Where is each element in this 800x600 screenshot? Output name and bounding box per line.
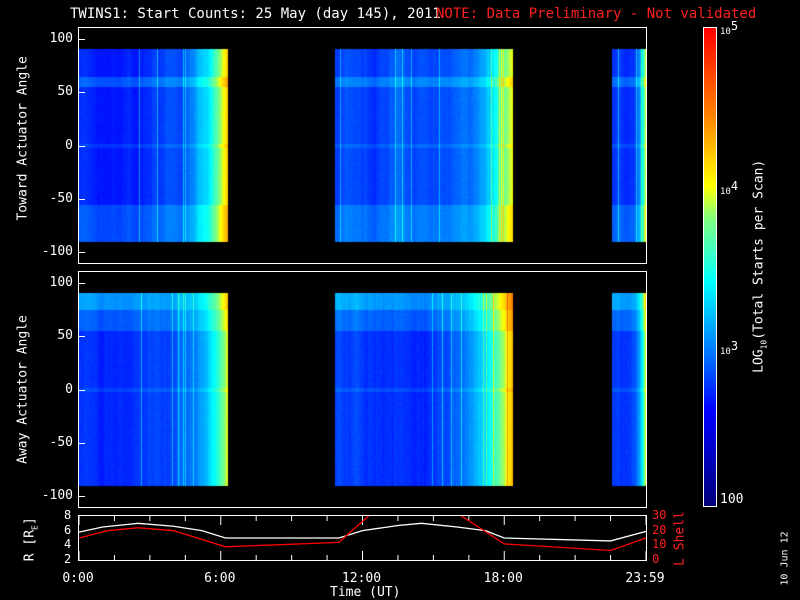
r-tick-label: 2	[64, 552, 72, 566]
xtick-label: 23:59	[625, 571, 665, 586]
lshell-ylabel: L Shell	[672, 511, 688, 566]
ytick-label: -100	[41, 244, 73, 260]
colorbar	[703, 27, 717, 507]
away-panel	[78, 271, 647, 508]
r-tick-label: 4	[64, 537, 72, 552]
colorbar-tick-label: 104	[720, 179, 739, 197]
ytick-label: 0	[65, 381, 73, 397]
preliminary-note: NOTE: Data Preliminary - Not validated	[436, 6, 757, 22]
colorbar-min-label: 100	[720, 492, 744, 507]
orbit-plot	[79, 516, 646, 560]
xtick-label: 6:00	[204, 571, 236, 586]
ytick-label: -50	[49, 434, 73, 450]
lshell-tick-label: 30	[652, 508, 667, 522]
ytick-mark	[79, 496, 85, 498]
r-tick-label: 6	[64, 522, 72, 537]
ytick-mark	[79, 282, 85, 284]
toward-panel	[78, 27, 647, 264]
ytick-label: -50	[49, 190, 73, 206]
colorbar-tick-label: 105	[720, 19, 739, 37]
r-tick-label: 8	[64, 508, 72, 522]
ytick-mark	[79, 389, 85, 391]
lshell-tick-label: 0	[652, 552, 660, 566]
xtick-label: 0:00	[62, 571, 94, 586]
colorbar-label: LOG10(Total Starts per Scan)	[751, 159, 769, 373]
r-line	[79, 522, 646, 542]
ytick-mark	[79, 442, 85, 444]
ytick-mark	[79, 198, 85, 200]
xtick-label: 18:00	[483, 571, 523, 586]
lshell-line	[79, 516, 646, 552]
away-spectrogram	[79, 272, 646, 507]
ytick-label: 0	[65, 137, 73, 153]
plot-title: TWINS1: Start Counts: 25 May (day 145), …	[70, 6, 441, 22]
ytick-label: 50	[57, 84, 73, 100]
ytick-mark	[79, 145, 85, 147]
away-ylabel: Away Actuator Angle	[15, 315, 31, 464]
date-stamp: 10 Jun 12	[779, 531, 791, 586]
orbit-panel	[78, 515, 647, 561]
lshell-tick-label: 10	[652, 537, 667, 552]
ytick-mark	[79, 336, 85, 338]
ytick-label: 100	[49, 30, 73, 46]
ytick-mark	[79, 252, 85, 254]
xtick-label: 12:00	[341, 571, 382, 586]
ytick-mark	[79, 92, 85, 94]
colorbar-tick-label: 103	[720, 339, 739, 357]
ytick-mark	[79, 38, 85, 40]
lshell-tick-label: 20	[652, 522, 667, 537]
x-axis-label: Time (UT)	[330, 585, 401, 600]
ytick-label: 100	[49, 274, 73, 290]
toward-ylabel: Toward Actuator Angle	[15, 56, 31, 221]
ytick-label: -100	[41, 488, 73, 504]
toward-spectrogram	[79, 28, 646, 263]
r-ylabel: R [RE]	[22, 517, 40, 562]
ytick-label: 50	[57, 328, 73, 344]
